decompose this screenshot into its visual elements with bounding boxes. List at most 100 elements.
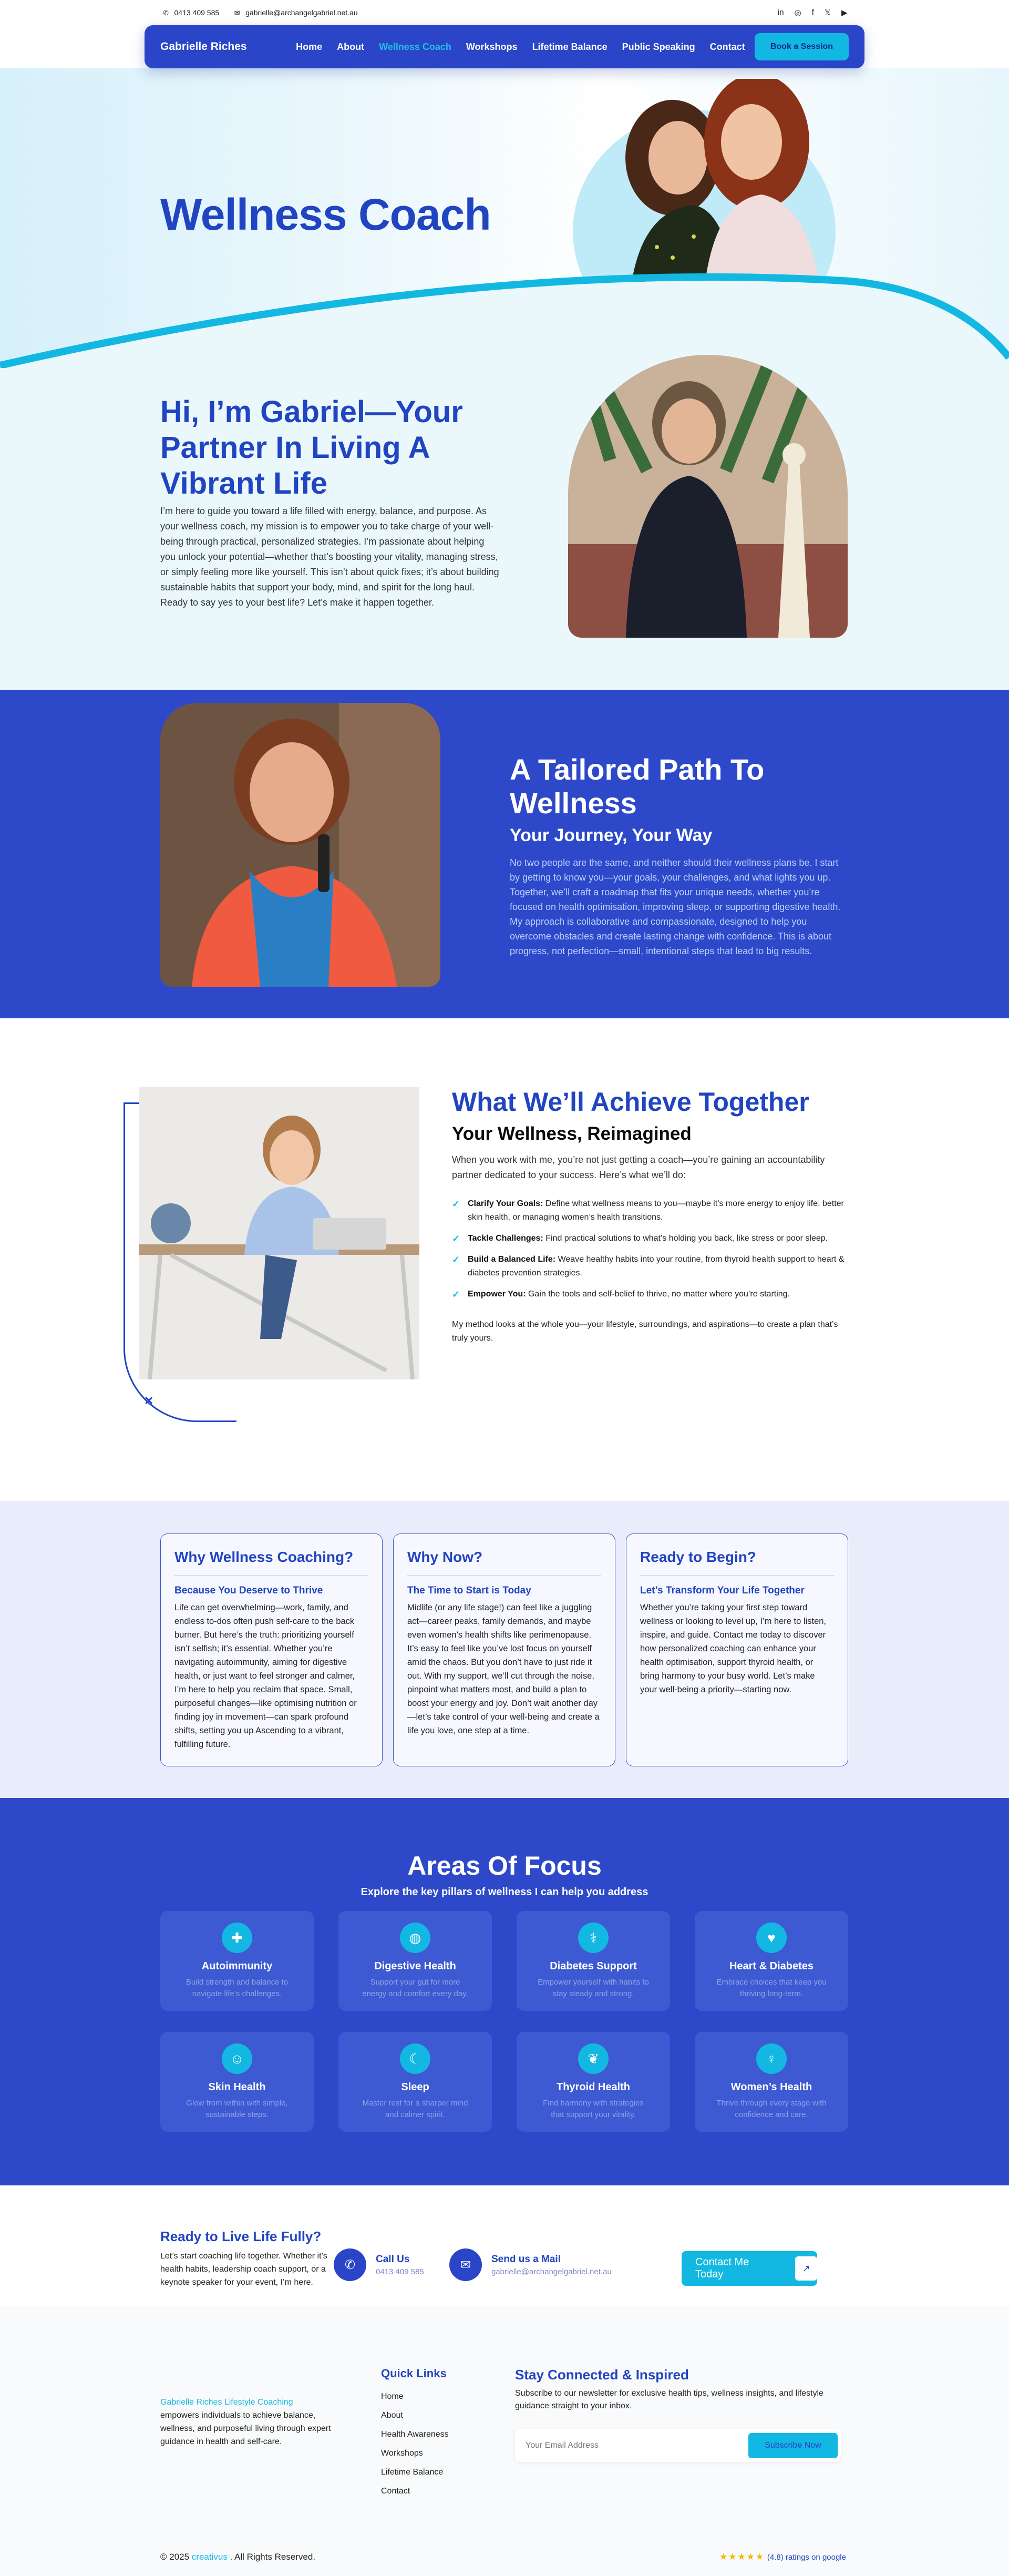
footer-link-contact[interactable]: Contact: [381, 2487, 449, 2496]
intro-heading: Hi, I’m Gabriel—Your Partner In Living A…: [160, 395, 463, 500]
female-icon: ♀: [756, 2043, 787, 2074]
list-item-title: Empower You:: [468, 1290, 526, 1299]
hero-title: Wellness Coach: [160, 190, 491, 239]
coach-portrait-photo: [568, 355, 848, 638]
nav-item-wellness-coach[interactable]: Wellness Coach: [379, 42, 451, 53]
instagram-icon[interactable]: ◎: [795, 8, 801, 17]
tile-title: Heart & Diabetes: [729, 1960, 814, 1972]
check-icon: ✓: [452, 1254, 460, 1265]
nav-item-lifetime-balance[interactable]: Lifetime Balance: [532, 42, 608, 53]
focus-tile[interactable]: ✚ Autoimmunity Build strength and balance …: [160, 1911, 314, 2011]
mail-icon: ✉: [449, 2248, 482, 2281]
heart-icon: ♥: [756, 1923, 787, 1953]
list-item-body: Find practical solutions to what’s holdi…: [543, 1234, 828, 1243]
nav-item-public-speaking[interactable]: Public Speaking: [622, 42, 695, 53]
tailored-body: No two people are the same, and neither …: [510, 857, 841, 956]
footer-link-health-awareness[interactable]: Health Awareness: [381, 2430, 449, 2439]
copyright-suffix: . All Rights Reserved.: [227, 2552, 316, 2562]
tile-text: Support your gut for more energy and com…: [362, 1978, 468, 1998]
tile-title: Skin Health: [208, 2081, 266, 2093]
phone-icon: ✆: [334, 2248, 366, 2281]
facebook-icon[interactable]: f: [812, 8, 814, 17]
focus-tile[interactable]: ⚕ Diabetes Support Empower yourself with h…: [517, 1911, 670, 2011]
card-title: Ready to Begin?: [640, 1549, 834, 1576]
tile-text: Master rest for a sharper mind and calme…: [362, 2099, 468, 2119]
card-subtitle: The Time to Start is Today: [407, 1585, 531, 1596]
phone-contact[interactable]: ✆ 0413 409 585: [162, 8, 220, 17]
contact-button-label: Contact Me Today: [695, 2256, 749, 2280]
nav-item-about[interactable]: About: [337, 42, 364, 53]
list-item-text: Clarify Your Goals: Define what wellness…: [468, 1197, 851, 1224]
main-navigation: Gabrielle Riches Home About Wellness Coach…: [145, 25, 864, 68]
social-links: in ◎ f 𝕏 ▶: [778, 8, 848, 17]
list-item-title: Build a Balanced Life:: [468, 1255, 556, 1264]
footer-link-home[interactable]: Home: [381, 2392, 449, 2401]
footer-brand-text: Gabrielle Riches Lifestyle Coaching empo…: [160, 2396, 334, 2448]
x-icon[interactable]: 𝕏: [825, 8, 831, 17]
tile-title: Autoimmunity: [201, 1960, 273, 1972]
hero-photo-two-women: [625, 79, 820, 289]
nav-item-workshops[interactable]: Workshops: [466, 42, 518, 53]
list-item-title: Clarify Your Goals:: [468, 1199, 543, 1208]
google-rating[interactable]: ★★★★★ (4.8) ratings on google: [719, 2552, 846, 2562]
tailored-path-section: A Tailored Path To Wellness Your Journey…: [0, 690, 1009, 1018]
phone-number: 0413 409 585: [174, 8, 220, 17]
youtube-icon[interactable]: ▶: [841, 8, 848, 17]
tile-text: Glow from within with simple, sustainabl…: [186, 2099, 288, 2119]
mail-value: gabrielle@archangelgabriel.net.au: [491, 2267, 612, 2276]
list-item: ✓ Clarify Your Goals: Define what wellnes…: [452, 1197, 851, 1224]
rating-text: (4.8) ratings on google: [767, 2553, 846, 2562]
email-address: gabrielle@archangelgabriel.net.au: [245, 8, 358, 17]
info-card: Why Now? The Time to Start is Today Midlif…: [393, 1534, 615, 1766]
list-item-title: Tackle Challenges:: [468, 1234, 543, 1243]
close-mark-icon: ✕: [144, 1394, 154, 1407]
moon-icon: ☾: [400, 2043, 430, 2074]
rating-stars-icon: ★★★★★: [719, 2552, 765, 2562]
top-bar: ✆ 0413 409 585 ✉ gabrielle@archangelgabrie…: [0, 0, 1009, 25]
tile-title: Digestive Health: [374, 1960, 456, 1972]
shield-icon: ✚: [222, 1923, 252, 1953]
tile-text: Empower yourself with habits to stay ste…: [538, 1978, 649, 1998]
quick-links-title: Quick Links: [381, 2367, 447, 2380]
copyright-prefix: © 2025: [160, 2552, 192, 2562]
book-session-button[interactable]: Book a Session: [754, 33, 849, 60]
card-body: Life can get overwhelming—work, family, …: [174, 1603, 357, 1749]
focus-tile[interactable]: ♀ Women’s Health Thrive through every stag…: [695, 2032, 848, 2132]
tile-text: Build strength and balance to navigate l…: [186, 1978, 289, 1998]
focus-tile[interactable]: ☾ Sleep Master rest for a sharper mind and…: [338, 2032, 492, 2132]
footer-link-about[interactable]: About: [381, 2411, 449, 2420]
footer-link-lifetime-balance[interactable]: Lifetime Balance: [381, 2468, 449, 2477]
focus-tile[interactable]: ♥ Heart & Diabetes Embrace choices that ke…: [695, 1911, 848, 2011]
list-item: ✓ Tackle Challenges: Find practical solut…: [452, 1232, 851, 1245]
arrow-up-right-icon: ↗: [795, 2256, 817, 2281]
call-label: Call Us: [376, 2253, 410, 2265]
linkedin-icon[interactable]: in: [778, 8, 784, 17]
contact-me-today-button[interactable]: Contact Me Today ↗: [682, 2251, 817, 2286]
call-us-block[interactable]: ✆ Call Us 0413 409 585: [334, 2248, 424, 2281]
tile-title: Women’s Health: [730, 2081, 812, 2093]
subscribe-button[interactable]: Subscribe Now: [748, 2433, 838, 2458]
footer-link-workshops[interactable]: Workshops: [381, 2449, 449, 2458]
mail-label: Send us a Mail: [491, 2253, 561, 2265]
send-mail-block[interactable]: ✉ Send us a Mail gabrielle@archangelgabri…: [449, 2248, 612, 2281]
list-item: ✓ Empower You: Gain the tools and self-be…: [452, 1287, 851, 1301]
email-contact[interactable]: ✉ gabrielle@archangelgabriel.net.au: [233, 8, 358, 17]
creativus-link[interactable]: creativus: [192, 2552, 228, 2562]
info-card: Why Wellness Coaching? Because You Deserv…: [160, 1534, 383, 1766]
focus-tile[interactable]: ☺ Skin Health Glow from within with simple…: [160, 2032, 314, 2132]
achieve-subheading: Your Wellness, Reimagined: [452, 1123, 692, 1144]
tile-text: Embrace choices that keep you thriving l…: [716, 1978, 827, 1998]
card-title: Why Now?: [407, 1549, 601, 1576]
site-brand[interactable]: Gabrielle Riches: [160, 40, 286, 53]
email-input[interactable]: [526, 2441, 748, 2450]
copyright: © 2025 creativus . All Rights Reserved.: [160, 2552, 315, 2562]
list-item-text: Tackle Challenges: Find practical soluti…: [468, 1232, 828, 1245]
tailored-subheading: Your Journey, Your Way: [510, 825, 713, 845]
card-title: Why Wellness Coaching?: [174, 1549, 368, 1576]
nav-item-contact[interactable]: Contact: [710, 42, 745, 53]
focus-tile[interactable]: ◍ Digestive Health Support your gut for mo…: [338, 1911, 492, 2011]
focus-tile[interactable]: ❦ Thyroid Health Find harmony with strateg…: [517, 2032, 670, 2132]
list-item: ✓ Build a Balanced Life: Weave healthy ha…: [452, 1253, 851, 1280]
nav-item-home[interactable]: Home: [296, 42, 322, 53]
footer-bottom: © 2025 creativus . All Rights Reserved. …: [160, 2542, 846, 2562]
